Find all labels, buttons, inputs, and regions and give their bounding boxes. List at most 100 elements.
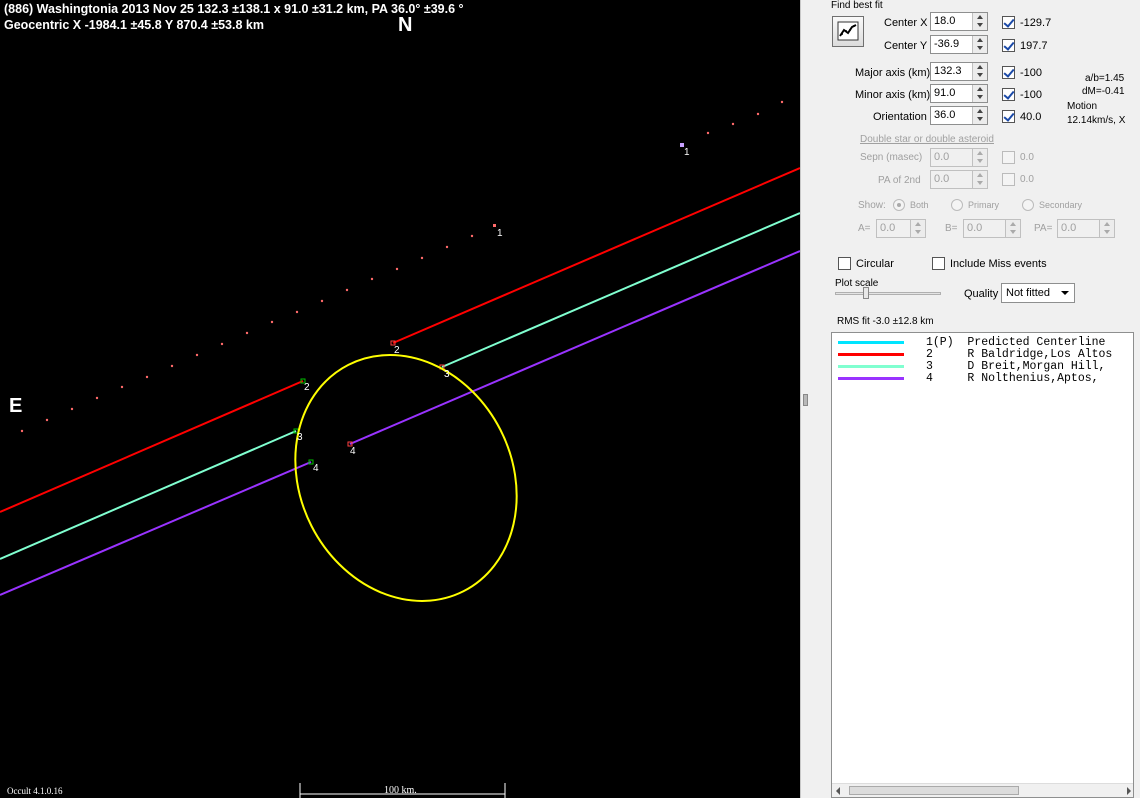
- north-label: N: [398, 14, 413, 36]
- spin-arrows-icon[interactable]: [910, 220, 925, 237]
- pa2-checkbox[interactable]: [1002, 173, 1015, 186]
- motion-value: 12.14km/s, X: [1067, 115, 1126, 126]
- center-y-checkbox[interactable]: [1002, 39, 1015, 52]
- orientation-input[interactable]: 36.0: [930, 106, 988, 125]
- a-value: 0.0: [880, 222, 896, 234]
- fit-graph-icon: [837, 21, 859, 41]
- pa-label: PA=: [1034, 223, 1053, 234]
- center-y-input[interactable]: -36.9: [930, 35, 988, 54]
- show-primary-radio[interactable]: [951, 199, 963, 211]
- center-x-label: Center X: [884, 17, 928, 29]
- path-marker-1b: [493, 224, 496, 227]
- chord-3-before: [0, 430, 297, 560]
- spin-arrows-icon[interactable]: [972, 36, 987, 53]
- chord-label: 2: [304, 382, 310, 393]
- spin-arrows-icon[interactable]: [1005, 220, 1020, 237]
- asteroid-profile-ellipse: [294, 354, 518, 602]
- motion-label: Motion: [1067, 101, 1098, 112]
- legend-item-text: 4 R Nolthenius,Aptos,: [926, 372, 1099, 385]
- sepn-checkbox[interactable]: [1002, 151, 1015, 164]
- chord-label: 2: [394, 345, 400, 356]
- scroll-left-icon[interactable]: [836, 787, 840, 795]
- spin-arrows-icon[interactable]: [972, 107, 987, 124]
- plot-canvas: [0, 100, 800, 798]
- legend-swatch: [838, 341, 904, 344]
- plot-scale-label: Plot scale: [835, 278, 879, 289]
- occultation-plot[interactable]: (886) Washingtonia 2013 Nov 25 132.3 ±13…: [0, 0, 800, 798]
- spin-arrows-icon[interactable]: [972, 171, 987, 188]
- chord-4-before: [0, 461, 312, 596]
- pa2-label: PA of 2nd: [878, 175, 921, 186]
- major-axis-input[interactable]: 132.3: [930, 62, 988, 81]
- scale-label: 100 km.: [384, 785, 417, 796]
- splitter-grip-icon[interactable]: [803, 394, 808, 406]
- scrollbar-thumb[interactable]: [849, 786, 1019, 795]
- pa2-input[interactable]: 0.0: [930, 170, 988, 189]
- a-input[interactable]: 0.0: [876, 219, 926, 238]
- pa2-aux: 0.0: [1020, 174, 1034, 185]
- show-secondary-label: Secondary: [1039, 200, 1083, 210]
- chord-label: 3: [297, 432, 303, 443]
- spin-arrows-icon[interactable]: [1099, 220, 1114, 237]
- b-input[interactable]: 0.0: [963, 219, 1021, 238]
- spin-arrows-icon[interactable]: [972, 63, 987, 80]
- minor-axis-label: Minor axis (km): [855, 89, 931, 101]
- include-miss-label: Include Miss events: [950, 258, 1047, 270]
- chevron-down-icon: [1061, 291, 1069, 295]
- spin-arrows-icon[interactable]: [972, 85, 987, 102]
- minor-axis-checkbox[interactable]: [1002, 88, 1015, 101]
- major-axis-aux: -100: [1020, 67, 1043, 79]
- major-axis-checkbox[interactable]: [1002, 66, 1015, 79]
- show-secondary-radio[interactable]: [1022, 199, 1034, 211]
- orientation-aux: 40.0: [1020, 111, 1042, 123]
- center-x-aux: -129.7: [1020, 17, 1052, 29]
- circular-checkbox[interactable]: [838, 257, 851, 270]
- plot-subtitle: Geocentric X -1984.1 ±45.8 Y 870.4 ±53.8…: [4, 18, 264, 32]
- center-y-aux: 197.7: [1020, 40, 1048, 52]
- horizontal-scrollbar[interactable]: [832, 783, 1133, 797]
- sepn-label: Sepn (masec): [860, 152, 923, 163]
- quality-label: Quality: [964, 288, 999, 300]
- find-best-fit-label: Find best fit: [831, 0, 883, 11]
- center-x-value: 18.0: [934, 15, 956, 27]
- quality-value: Not fitted: [1006, 287, 1051, 299]
- show-primary-label: Primary: [968, 200, 999, 210]
- legend-swatch: [838, 377, 904, 380]
- orientation-label: Orientation: [873, 111, 927, 123]
- orientation-checkbox[interactable]: [1002, 110, 1015, 123]
- find-best-fit-button[interactable]: [832, 16, 864, 47]
- predicted-path-dots-lower: [20, 234, 474, 433]
- delta-magnitude: dM=-0.41: [1082, 86, 1125, 97]
- double-star-link[interactable]: Double star or double asteroid: [860, 134, 994, 145]
- chord-legend-list[interactable]: 1(P) Predicted Centerline 2 R Baldridge,…: [831, 332, 1134, 798]
- sepn-value: 0.0: [934, 151, 950, 163]
- orientation-value: 36.0: [934, 109, 956, 121]
- plot-scale-slider-thumb[interactable]: [863, 287, 869, 299]
- include-miss-checkbox[interactable]: [932, 257, 945, 270]
- chord-2-after: [392, 167, 800, 344]
- show-both-label: Both: [910, 200, 929, 210]
- major-axis-value: 132.3: [934, 65, 962, 77]
- pa-value: 0.0: [1061, 222, 1077, 234]
- center-x-input[interactable]: 18.0: [930, 12, 988, 31]
- a-label: A=: [858, 223, 871, 234]
- chord-3-after: [441, 212, 800, 368]
- legend-swatch: [838, 353, 904, 356]
- pa2-value: 0.0: [934, 173, 950, 185]
- spin-arrows-icon[interactable]: [972, 13, 987, 30]
- show-both-radio[interactable]: [893, 199, 905, 211]
- plot-title: (886) Washingtonia 2013 Nov 25 132.3 ±13…: [4, 2, 464, 16]
- minor-axis-input[interactable]: 91.0: [930, 84, 988, 103]
- pa-input[interactable]: 0.0: [1057, 219, 1115, 238]
- chord-label: 4: [313, 463, 319, 474]
- sepn-input[interactable]: 0.0: [930, 148, 988, 167]
- plot-scale-slider-track[interactable]: [835, 292, 941, 295]
- legend-item[interactable]: 4 R Nolthenius,Aptos,: [832, 372, 1133, 385]
- scroll-right-icon[interactable]: [1127, 787, 1131, 795]
- chord-label: 4: [350, 446, 356, 457]
- spin-arrows-icon[interactable]: [972, 149, 987, 166]
- center-x-checkbox[interactable]: [1002, 16, 1015, 29]
- predicted-path-dots-upper: [706, 100, 784, 135]
- quality-select[interactable]: Not fitted: [1001, 283, 1075, 303]
- chord-label: 1: [684, 147, 690, 158]
